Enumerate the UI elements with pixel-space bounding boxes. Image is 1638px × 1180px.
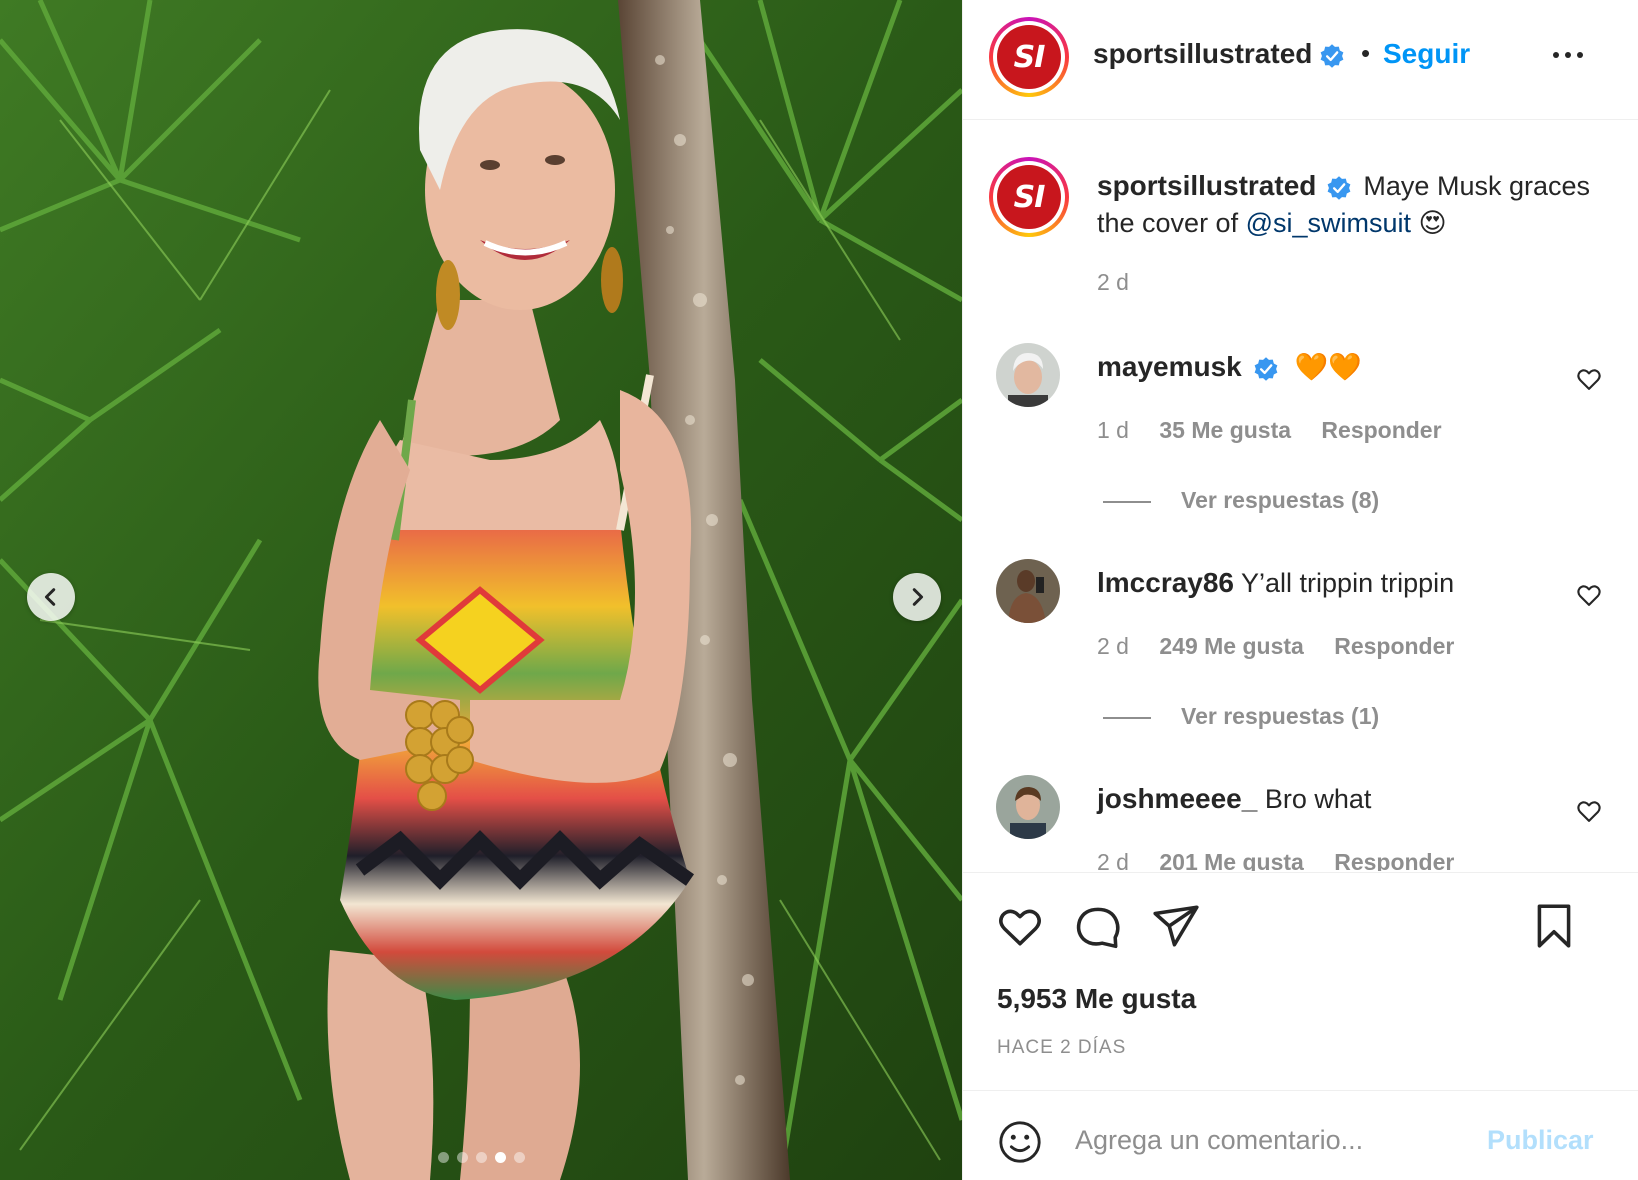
post-timestamp: HACE 2 DÍAS [997,1037,1127,1058]
carousel-dot [475,1152,487,1163]
comment-like-heart-icon[interactable] [1575,797,1603,825]
comment-username[interactable]: lmccray86 [1097,567,1234,598]
comment-icon[interactable] [1073,901,1123,951]
add-comment-bar: Publicar [963,1090,1638,1180]
more-options-icon[interactable] [1553,45,1597,65]
comment-like-heart-icon[interactable] [1575,365,1603,393]
view-replies-label: Ver respuestas (8) [1181,487,1380,513]
carousel-prev-button[interactable] [27,573,75,621]
comment-item: mayemusk 🧡🧡 1 d 35 Me gusta Responder Ve… [963,341,1638,541]
post-photo [0,0,962,1180]
caption-username[interactable]: sportsillustrated [1097,170,1316,201]
bookmark-icon[interactable] [1529,901,1579,951]
comment-username[interactable]: mayemusk [1097,351,1242,382]
comment-item: lmccray86 Y’all trippin trippin 2 d 249 … [963,557,1638,757]
si-logo: SI [997,165,1061,229]
caption-timestamp: 2 d [1097,269,1129,295]
chevron-left-icon [44,588,56,606]
likes-count[interactable]: 5,953 Me gusta [997,983,1196,1015]
share-icon[interactable] [1151,901,1201,951]
comment-time: 1 d [1097,417,1129,443]
carousel-indicator [0,1152,962,1163]
carousel-dot [494,1152,506,1163]
comment-like-heart-icon[interactable] [1575,581,1603,609]
comment-text: 🧡🧡 [1294,352,1363,382]
commenter-avatar[interactable] [996,343,1060,407]
post-header: SI sportsillustrated • Seguir [963,0,1638,120]
comment-meta: 2 d 249 Me gusta Responder [1097,633,1478,660]
follow-button[interactable]: Seguir [1383,38,1470,70]
post-side-panel: SI sportsillustrated • Seguir SI sportsi… [962,0,1638,1180]
carousel-next-button[interactable] [893,573,941,621]
caption-emoji: 😍 [1418,208,1447,238]
comment-text: Bro what [1264,784,1372,814]
comment-input[interactable] [1075,1117,1455,1163]
author-avatar[interactable]: SI [989,17,1069,97]
view-replies-label: Ver respuestas (1) [1181,703,1380,729]
chevron-right-icon [912,588,924,606]
author-username[interactable]: sportsillustrated [1093,38,1312,70]
comment-item: joshmeeee_ Bro what 2 d 201 Me gusta Res… [963,773,1638,871]
post-actions: 5,953 Me gusta HACE 2 DÍAS [963,872,1638,1090]
reply-button[interactable]: Responder [1334,849,1454,871]
comment-time: 2 d [1097,849,1129,871]
comment-body: joshmeeee_ Bro what [1097,783,1371,815]
comments-list[interactable]: SI sportsillustrated Maye Musk graces th… [963,121,1638,871]
comment-body: mayemusk 🧡🧡 [1097,351,1362,383]
verified-badge-icon [1320,44,1344,68]
emoji-icon[interactable] [997,1119,1043,1165]
comment-likes[interactable]: 35 Me gusta [1159,417,1291,443]
comment-username[interactable]: joshmeeee_ [1097,783,1257,814]
heart-icon[interactable] [995,901,1045,951]
carousel-dot [513,1152,525,1163]
caption-author-avatar[interactable]: SI [989,157,1069,237]
comment-body: lmccray86 Y’all trippin trippin [1097,567,1454,599]
verified-badge-icon [1254,357,1278,381]
comment-meta: 2 d 201 Me gusta Responder [1097,849,1478,871]
comment-likes[interactable]: 201 Me gusta [1159,849,1303,871]
header-separator: • [1361,38,1371,68]
post-caption: sportsillustrated Maye Musk graces the c… [1097,167,1607,242]
post-media[interactable] [0,0,962,1180]
comment-meta: 1 d 35 Me gusta Responder [1097,417,1466,444]
si-logo: SI [997,25,1061,89]
commenter-avatar[interactable] [996,775,1060,839]
verified-badge-icon [1327,176,1351,200]
view-replies-button[interactable]: Ver respuestas (1) [1103,703,1379,730]
comment-time: 2 d [1097,633,1129,659]
publish-button[interactable]: Publicar [1487,1125,1594,1156]
carousel-dot [456,1152,468,1163]
reply-button[interactable]: Responder [1321,417,1441,443]
comment-text: Y’all trippin trippin [1241,568,1455,598]
carousel-dot [437,1152,449,1163]
view-replies-button[interactable]: Ver respuestas (8) [1103,487,1379,514]
caption-mention-link[interactable]: @si_swimsuit [1246,208,1411,238]
reply-button[interactable]: Responder [1334,633,1454,659]
comment-likes[interactable]: 249 Me gusta [1159,633,1303,659]
commenter-avatar[interactable] [996,559,1060,623]
